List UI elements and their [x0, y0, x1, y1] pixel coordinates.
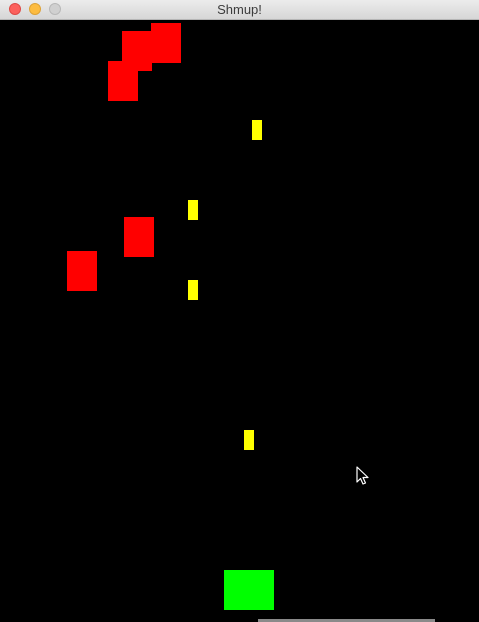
game-canvas[interactable] — [0, 20, 479, 622]
title-bar[interactable]: Shmup! — [0, 0, 479, 20]
enemy-mob — [151, 23, 181, 63]
bullet — [244, 430, 254, 450]
player-ship — [224, 570, 274, 610]
bullet — [252, 120, 262, 140]
enemy-mob — [67, 251, 97, 291]
window-title: Shmup! — [217, 2, 262, 17]
game-window: Shmup! — [0, 0, 479, 622]
bullet — [188, 200, 198, 220]
enemy-mob — [108, 61, 138, 101]
mouse-cursor-icon — [356, 466, 369, 485]
bullet — [188, 280, 198, 300]
enemy-mob — [124, 217, 154, 257]
